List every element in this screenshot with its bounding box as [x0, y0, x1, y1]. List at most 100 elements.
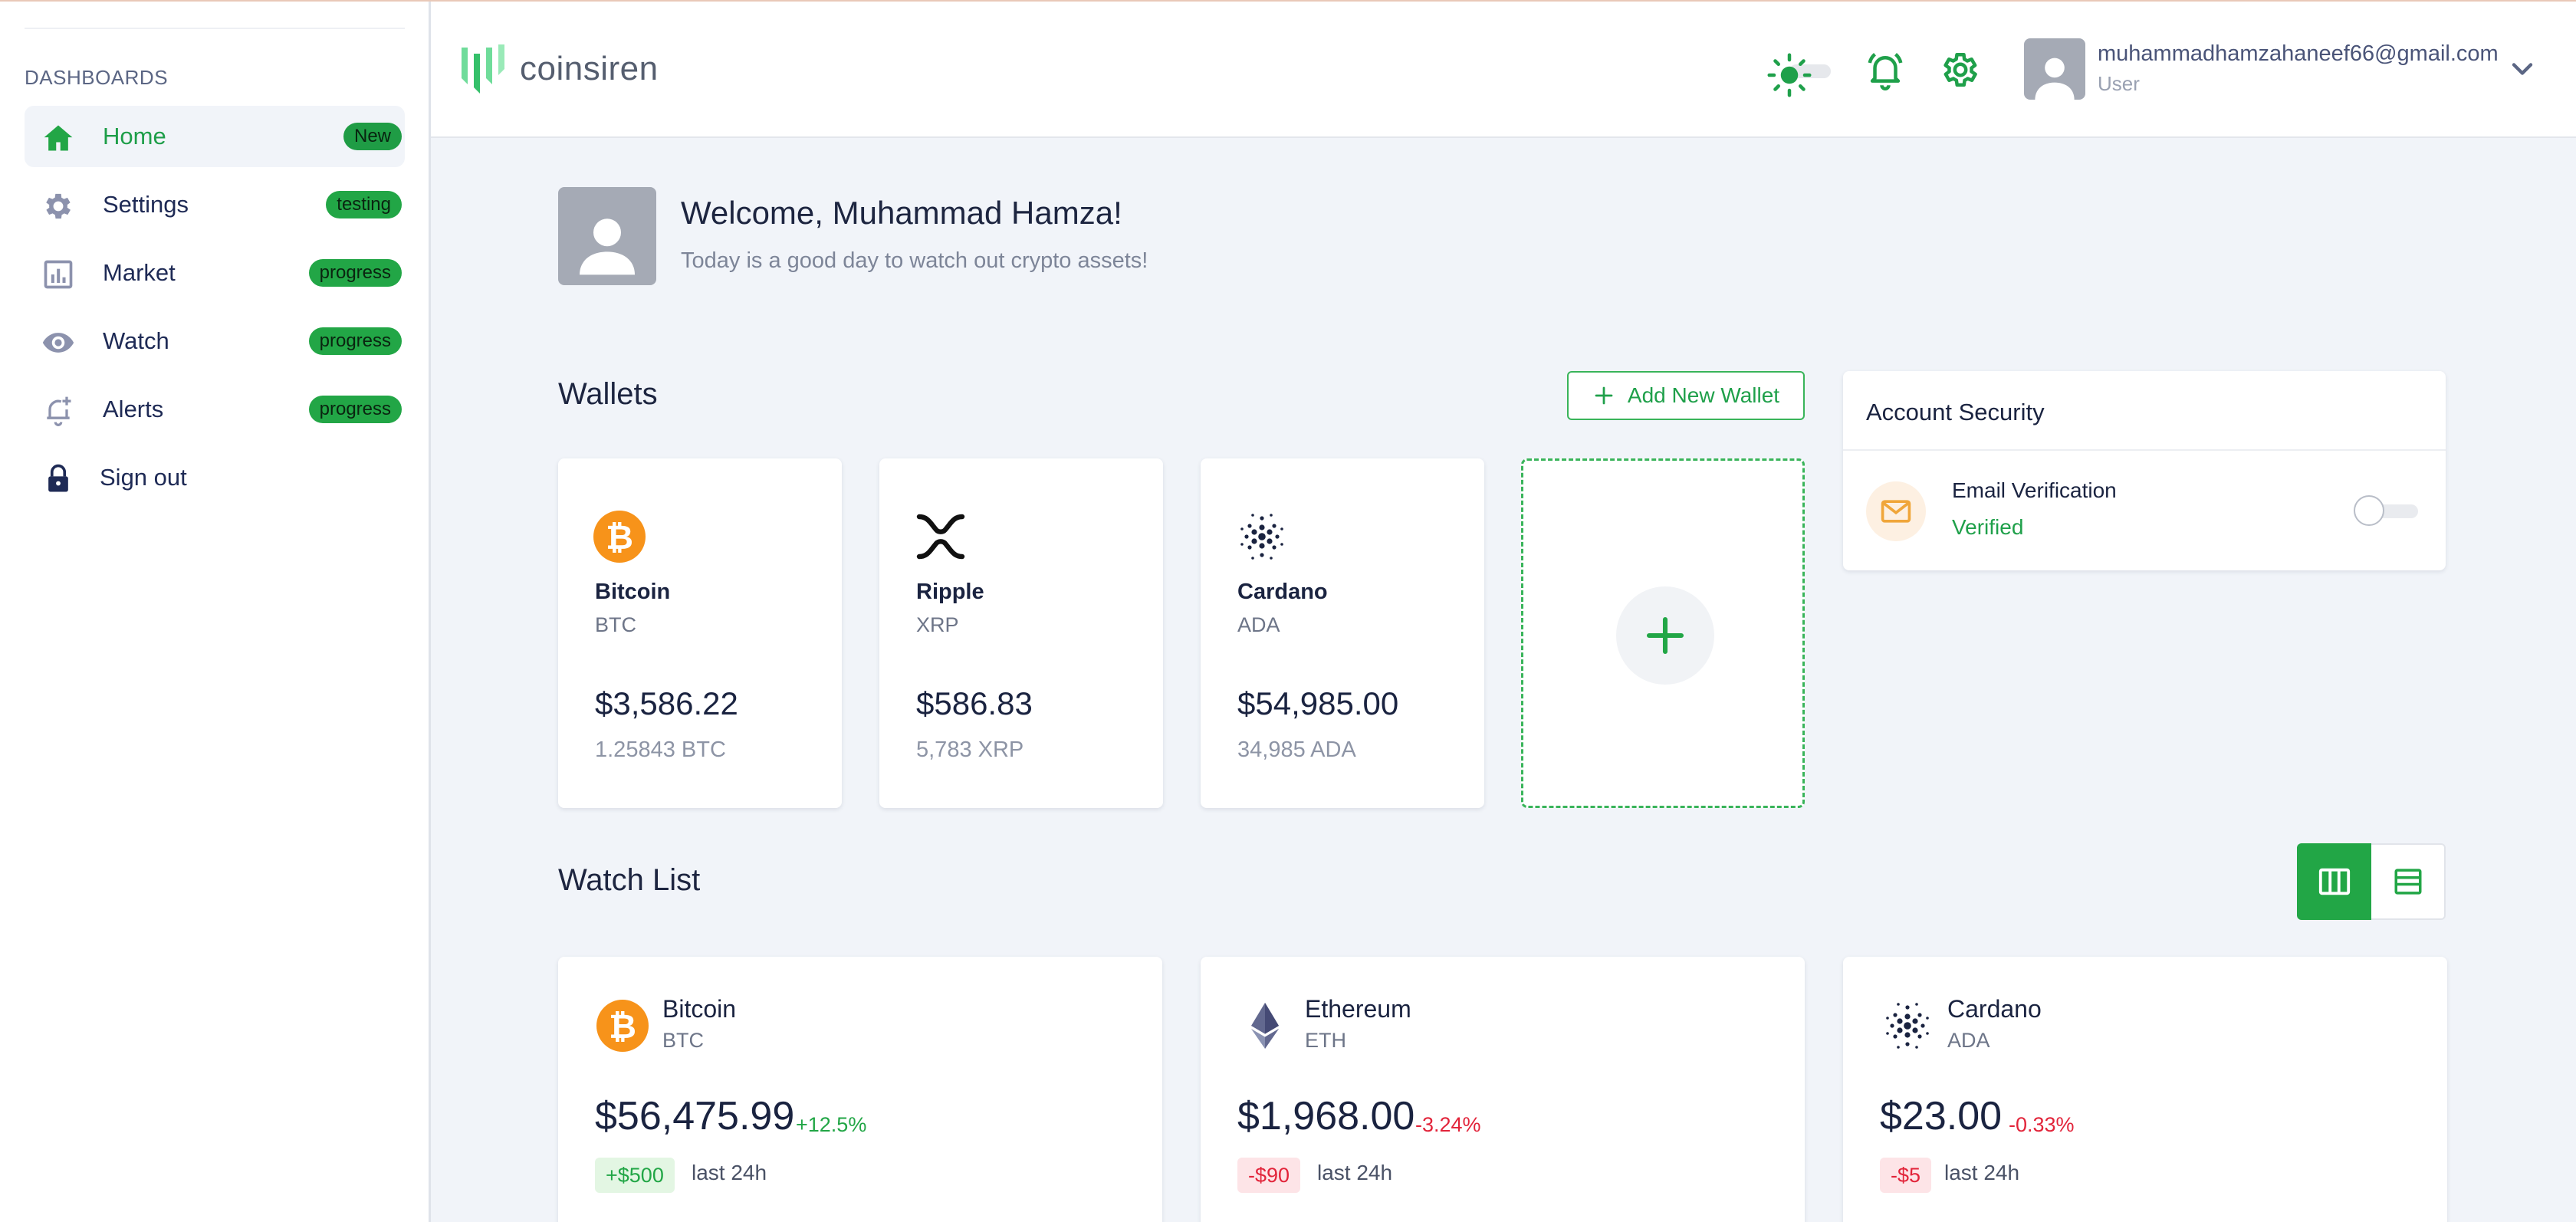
coin-name: Bitcoin: [595, 580, 671, 604]
user-avatar[interactable]: [2024, 38, 2085, 100]
watch-card-cardano[interactable]: Cardano ADA $23.00 -0.33% -$5 last 24h: [1843, 957, 2447, 1222]
sidebar-item-alerts[interactable]: Alerts progress: [25, 379, 405, 440]
user-icon: [580, 218, 635, 275]
watch-card-ethereum[interactable]: Ethereum ETH $1,968.00 -3.24% -$90 last …: [1201, 957, 1805, 1222]
sidebar-item-watch[interactable]: Watch progress: [25, 310, 405, 372]
change-amount-badge: -$5: [1880, 1158, 1932, 1193]
sidebar-item-label: Home: [103, 123, 166, 149]
divider: [25, 28, 405, 29]
user-icon: [2035, 57, 2075, 100]
coin-name: Cardano: [1947, 995, 2042, 1023]
chevron-down-icon: [2512, 63, 2533, 75]
change-period: last 24h: [1317, 1161, 1393, 1184]
sidebar-item-label: Alerts: [103, 396, 164, 422]
cardano-icon: [1880, 998, 1935, 1053]
app-name: coinsiren: [520, 50, 659, 87]
user-email[interactable]: muhammadhamzahaneef66@gmail.com: [2098, 41, 2499, 67]
theme-toggle[interactable]: [1766, 52, 1835, 98]
mail-icon-wrap: [1866, 481, 1926, 541]
bitcoin-icon: ₿: [592, 509, 647, 564]
sidebar-nav: Home New Settings testing Market progres…: [25, 106, 405, 515]
sidebar-item-signout[interactable]: Sign out: [25, 447, 405, 508]
coin-price: $1,968.00: [1237, 1094, 1415, 1138]
change-amount-badge: -$90: [1237, 1158, 1301, 1193]
sidebar-item-label: Market: [103, 259, 176, 286]
coin-name: Ripple: [916, 580, 984, 604]
change-amount-badge: +$500: [595, 1158, 675, 1193]
wallet-value: $54,985.00: [1237, 685, 1399, 721]
status-badge: New: [343, 123, 402, 150]
ethereum-icon: [1237, 998, 1293, 1053]
wallet-amount: 34,985 ADA: [1237, 737, 1356, 762]
add-wallet-card[interactable]: [1521, 458, 1805, 808]
divider: [1843, 449, 2446, 451]
add-wallet-label: Add New Wallet: [1627, 383, 1780, 407]
grid-view-button[interactable]: [2297, 843, 2371, 920]
change-period: last 24h: [692, 1161, 767, 1184]
status-badge: progress: [308, 259, 402, 287]
user-role: User: [2098, 72, 2140, 95]
card-title: Account Security: [1866, 399, 2045, 425]
wallet-card-bitcoin[interactable]: ₿ Bitcoin BTC $3,586.22 1.25843 BTC: [558, 458, 842, 808]
wallet-card-cardano[interactable]: Cardano ADA $54,985.00 34,985 ADA: [1201, 458, 1484, 808]
sidebar-item-settings[interactable]: Settings testing: [25, 174, 405, 235]
lock-icon: [41, 462, 75, 496]
coin-price: $23.00: [1880, 1094, 2003, 1138]
verification-status: Verified: [1952, 515, 2024, 539]
sidebar: DASHBOARDS Home New Settings testing Mar…: [0, 2, 431, 1222]
wallet-amount: 5,783 XRP: [916, 737, 1024, 762]
chart-icon: [41, 258, 75, 291]
coin-price: $56,475.99: [595, 1094, 795, 1138]
wallets-heading: Wallets: [558, 377, 658, 411]
add-wallet-button[interactable]: Add New Wallet: [1567, 371, 1805, 420]
plus-icon: [1646, 616, 1684, 655]
status-badge: progress: [308, 396, 402, 423]
user-menu-dropdown[interactable]: [2505, 52, 2539, 86]
settings-button[interactable]: [1940, 49, 1981, 90]
avatar: [558, 187, 656, 285]
change-percent: +12.5%: [796, 1113, 867, 1136]
email-verification-label: Email Verification: [1952, 478, 2117, 502]
coin-symbol: ADA: [1237, 613, 1280, 636]
list-icon: [2394, 869, 2421, 895]
coin-symbol: BTC: [595, 613, 636, 636]
sidebar-item-label: Settings: [103, 191, 189, 218]
logo[interactable]: coinsiren: [458, 41, 659, 97]
notifications-button[interactable]: [1865, 49, 1906, 90]
list-view-button[interactable]: [2371, 843, 2446, 920]
coin-name: Ethereum: [1305, 995, 1411, 1023]
cardano-icon: [1234, 509, 1290, 564]
change-percent: -0.33%: [2009, 1113, 2075, 1136]
sidebar-section-title: DASHBOARDS: [25, 66, 169, 89]
watch-card-bitcoin[interactable]: ₿ Bitcoin BTC $56,475.99 +12.5% +$500 la…: [558, 957, 1162, 1222]
account-security-card: Account Security Email Verification Veri…: [1843, 371, 2446, 570]
sidebar-item-home[interactable]: Home New: [25, 106, 405, 167]
sidebar-item-market[interactable]: Market progress: [25, 242, 405, 304]
wallet-value: $586.83: [916, 685, 1033, 721]
top-header: coinsiren muhammadhamzahaneef66@gmail.co…: [431, 2, 2576, 138]
status-badge: testing: [326, 191, 402, 218]
coinsiren-logo-icon: [462, 44, 504, 94]
add-wallet-circle: [1616, 586, 1714, 685]
toggle-knob: [2354, 495, 2384, 526]
svg-text:₿: ₿: [609, 1007, 636, 1046]
change-period: last 24h: [1944, 1161, 2020, 1184]
sun-icon: [1767, 53, 1812, 97]
gear-icon: [1944, 52, 1977, 87]
wallet-card-ripple[interactable]: Ripple XRP $586.83 5,783 XRP: [879, 458, 1163, 808]
coin-symbol: BTC: [662, 1029, 704, 1052]
eye-icon: [41, 326, 75, 360]
coin-symbol: XRP: [916, 613, 959, 636]
coin-symbol: ETH: [1305, 1029, 1346, 1052]
bell-icon: [1868, 53, 1903, 90]
ripple-icon: [913, 509, 968, 564]
view-toggle: [2297, 843, 2446, 920]
svg-text:₿: ₿: [606, 518, 633, 557]
home-icon: [41, 121, 75, 155]
columns-icon: [2318, 868, 2350, 895]
coin-name: Cardano: [1237, 580, 1328, 604]
email-verification-toggle[interactable]: [2354, 495, 2420, 526]
welcome-title: Welcome, Muhammad Hamza!: [681, 195, 1122, 231]
bitcoin-icon: ₿: [595, 998, 650, 1053]
welcome-subtitle: Today is a good day to watch out crypto …: [681, 248, 1148, 273]
